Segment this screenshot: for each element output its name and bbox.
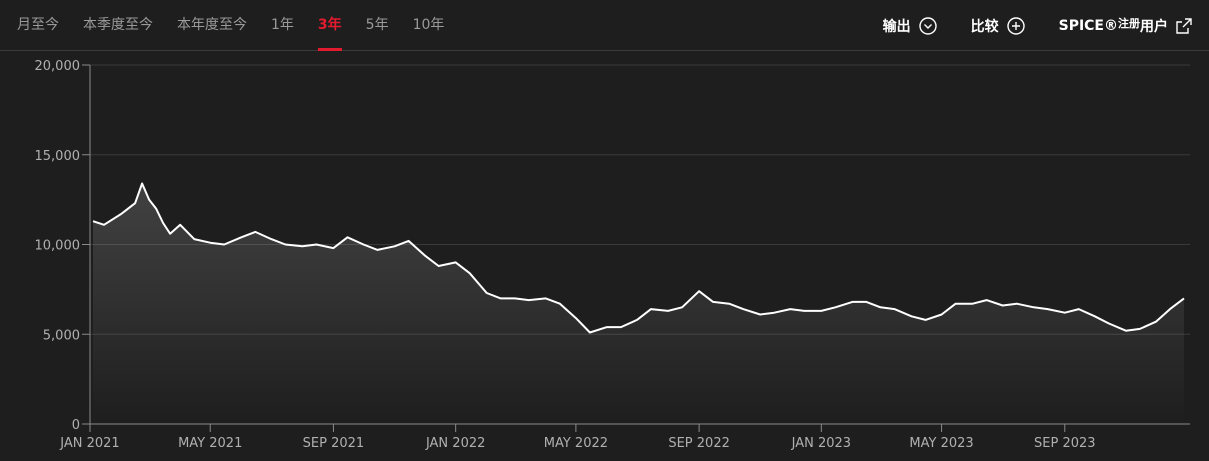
x-tick-label: SEP 2021 [303, 436, 365, 451]
export-button[interactable]: 输出 [883, 16, 937, 36]
spice-users-label: 用户 [1140, 18, 1168, 35]
export-label: 输出 [882, 18, 911, 35]
range-tabs: 月至今 本季度至今 本年度至今 1年 3年 5年 10年 [17, 0, 468, 51]
y-axis: 0 5,000 10,000 15,000 20,000 [35, 59, 91, 433]
y-tick-label: 0 [72, 418, 80, 433]
top-bar: 月至今 本季度至今 本年度至今 1年 3年 5年 10年 输出 比较 SPICE… [0, 0, 1209, 51]
y-tick-label: 15,000 [35, 149, 81, 164]
x-tick-label: MAY 2021 [178, 436, 242, 451]
tab-quarter-to-date[interactable]: 本季度至今 [83, 0, 153, 51]
tab-year-to-date[interactable]: 本年度至今 [177, 0, 247, 51]
x-tick-label: SEP 2022 [668, 436, 730, 451]
chart-actions: 输出 比较 SPICE® 注册 用户 [849, 0, 1192, 51]
tab-5-year[interactable]: 5年 [366, 0, 389, 51]
x-tick-label: JAN 2023 [791, 436, 851, 451]
chevron-down-circle-icon [918, 16, 937, 35]
x-tick-label: SEP 2023 [1034, 436, 1096, 451]
tab-3-year[interactable]: 3年 [317, 0, 342, 51]
spice-users-link[interactable]: SPICE® 注册 用户 [1059, 16, 1192, 36]
compare-button[interactable]: 比较 [971, 16, 1025, 36]
x-tick-label: MAY 2022 [544, 436, 608, 451]
x-tick-label: JAN 2022 [425, 436, 485, 451]
y-tick-label: 5,000 [43, 328, 80, 343]
y-tick-label: 10,000 [35, 239, 81, 254]
external-link-icon [1176, 17, 1192, 34]
spice-label: SPICE® [1058, 17, 1118, 34]
x-axis: JAN 2021 MAY 2021 SEP 2021 JAN 2022 MAY 2022… [59, 423, 1190, 451]
tab-10-year[interactable]: 10年 [413, 0, 445, 51]
plus-circle-icon [1006, 16, 1025, 35]
compare-label: 比较 [970, 18, 999, 35]
spice-registered-label: 注册 [1118, 16, 1140, 30]
price-chart: 0 5,000 10,000 15,000 20,000 JAN 2021 MAY 202… [35, 59, 1190, 451]
tab-1-year[interactable]: 1年 [271, 0, 294, 51]
y-tick-label: 20,000 [35, 59, 81, 74]
x-tick-label: JAN 2021 [59, 436, 119, 451]
x-tick-label: MAY 2023 [909, 436, 973, 451]
tab-month-to-date[interactable]: 月至今 [17, 0, 59, 51]
